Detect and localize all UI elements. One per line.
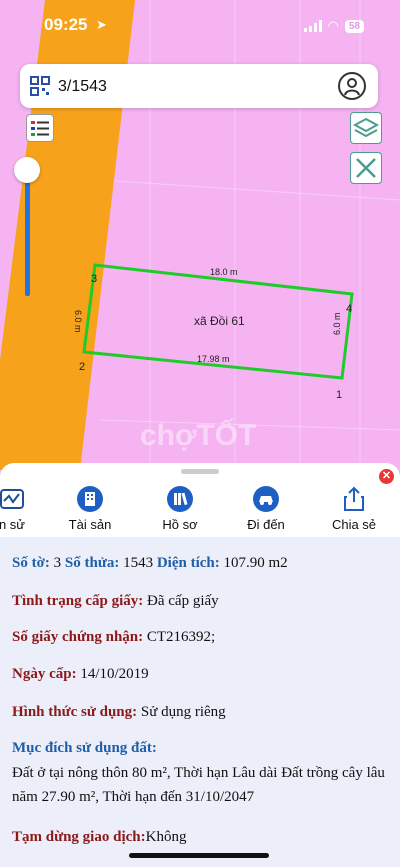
tab-assets-label: Tài sản [68, 517, 112, 532]
area-value: 107.90 m2 [223, 555, 288, 571]
building-icon [77, 486, 103, 512]
tab-records-label: Hồ sơ [162, 517, 198, 532]
zoom-slider-track[interactable] [25, 176, 30, 296]
tab-directions[interactable]: Đi đến [238, 485, 294, 532]
top-edge-label: 18.0 m [210, 267, 238, 277]
qr-code-icon[interactable] [30, 76, 50, 96]
row-certificate-status: Tình trạng cấp giấy: Đã cấp giấy [12, 593, 219, 609]
tab-assets[interactable]: Tài sản [62, 485, 118, 532]
right-edge-label: 6.0 m [332, 312, 342, 335]
measure-icon[interactable] [350, 152, 382, 184]
car-icon [253, 486, 279, 512]
tab-share[interactable]: Chia sẻ [326, 485, 382, 532]
zoom-slider-knob[interactable] [14, 157, 40, 183]
tab-share-label: Chia sẻ [331, 517, 377, 532]
legend-icon[interactable] [26, 114, 54, 142]
location-arrow-icon: ➤ [96, 17, 107, 32]
row-issue-date: Ngày cấp: 14/10/2019 [12, 666, 149, 682]
parcel-info: Số tờ: 3 Số thửa: 1543 Diện tích: 107.90… [0, 537, 400, 867]
share-icon [344, 486, 364, 511]
wifi-icon: ◠ [327, 18, 339, 33]
user-icon[interactable] [338, 72, 366, 100]
parcel-info-sheet: ✕ n sử Tài sản Hồ sơ Đi đến Chia sẻ Số t… [0, 463, 400, 867]
corner-3: 3 [91, 273, 97, 285]
corner-1: 1 [336, 389, 342, 401]
row-certificate-number: Số giấy chứng nhận: CT216392; [12, 629, 216, 645]
tab-directions-label: Đi đến [247, 517, 285, 532]
history-chart-icon [0, 489, 24, 509]
layers-icon[interactable] [350, 112, 382, 144]
bottom-edge-label: 17.98 m [197, 354, 230, 364]
books-icon [167, 486, 193, 512]
corner-4: 4 [346, 303, 352, 315]
battery-indicator: 58 [344, 19, 364, 33]
search-input[interactable]: 3/1543 [58, 78, 107, 96]
corner-2: 2 [79, 361, 85, 373]
watermark: chợTỐT [140, 418, 256, 452]
search-bar[interactable]: 3/1543 [20, 64, 378, 108]
home-indicator [129, 853, 269, 858]
parcel-number: 1543 [123, 555, 154, 571]
parcel-label: xã Đồi 61 [194, 314, 245, 328]
tab-records[interactable]: Hồ sơ [152, 485, 208, 532]
status-bar: 09:25 ➤ ◠ 58 [0, 0, 400, 50]
tab-history[interactable]: n sử [0, 485, 32, 532]
left-edge-label: 6.0 m [73, 310, 83, 333]
action-tabs: n sử Tài sản Hồ sơ Đi đến Chia sẻ [0, 485, 400, 535]
tab-history-label: n sử [0, 517, 26, 532]
signal-icon [303, 20, 322, 32]
sheet-grab-handle[interactable] [181, 469, 219, 474]
sheet-number: 3 [53, 555, 62, 571]
row-usage-form: Hình thức sử dụng: Sử dụng riêng [12, 704, 226, 720]
close-icon[interactable]: ✕ [379, 469, 394, 484]
row-transaction-suspension: Tạm dừng giao dịch:Không [12, 829, 187, 845]
land-purpose-text: Đất ở tại nông thôn 80 m², Thời hạn Lâu … [12, 765, 385, 805]
row-land-purpose-label: Mục đích sử dụng đất: [12, 740, 157, 756]
row-parcel-ids: Số tờ: 3 Số thửa: 1543 Diện tích: 107.90… [12, 555, 288, 571]
status-time: 09:25 [44, 15, 88, 34]
